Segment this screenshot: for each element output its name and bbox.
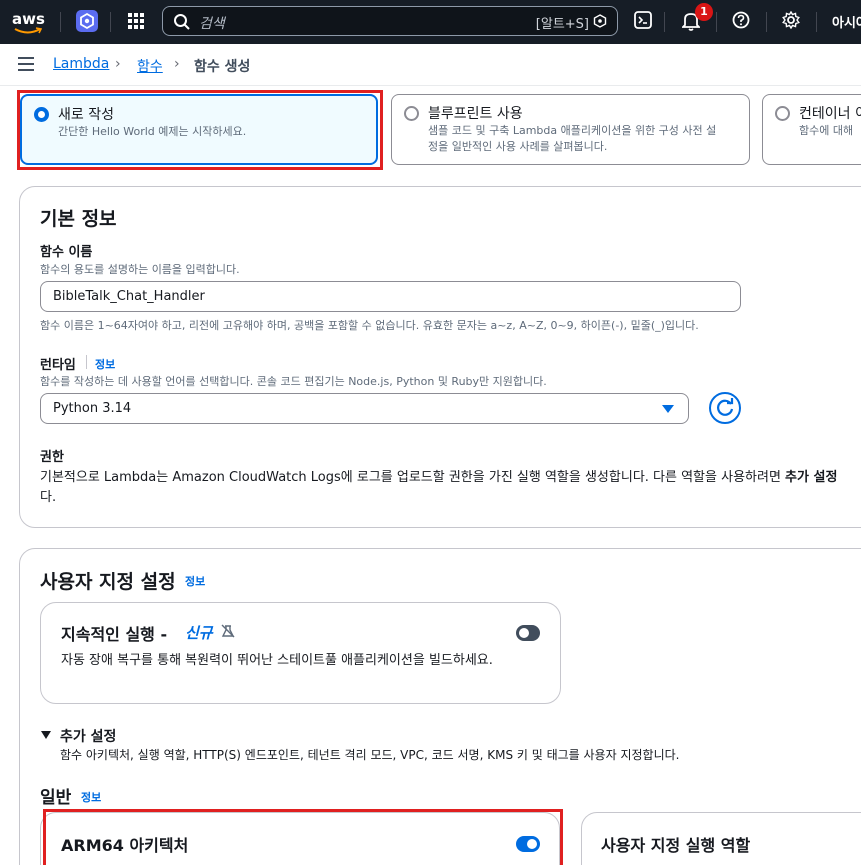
lambda-service-icon[interactable] (76, 10, 98, 32)
nav-divider (816, 12, 817, 32)
function-name-label: 함수 이름 (40, 245, 93, 260)
permission-text: 기본적으로 Lambda는 Amazon CloudWatch Logs에 로그… (40, 470, 786, 485)
search-placeholder: 검색 (199, 16, 225, 32)
search-input[interactable]: 검색 [알트+S] (162, 6, 618, 36)
custom-settings-info-link[interactable]: 정보 (185, 573, 205, 589)
radio-unselected[interactable] (775, 106, 790, 121)
option-desc-line: 샘플 코드 및 구축 Lambda 애플리케이션을 위한 구성 사전 설 (428, 124, 717, 137)
settings-gear-icon[interactable] (782, 11, 800, 29)
option-title: 컨테이너 이 (799, 106, 861, 122)
highlight-box (43, 809, 563, 865)
breadcrumb-current: 함수 생성 (194, 59, 251, 75)
permission-label: 권한 (40, 450, 64, 465)
option-desc-line: 함수에 대해 (799, 124, 854, 137)
menu-hamburger-icon[interactable] (18, 57, 34, 71)
custom-settings-heading: 사용자 지정 설정 (40, 571, 176, 593)
search-shortcut: [알트+S] (535, 17, 589, 32)
top-navigation-bar: aws 검색 [알트+S] 1 아시아 (0, 0, 861, 44)
runtime-select[interactable]: Python 3.14 (40, 393, 689, 424)
breadcrumb-bar: Lambda › 함수 › 함수 생성 (0, 44, 861, 86)
nav-divider (110, 12, 111, 32)
additional-settings-label: 추가 설정 (60, 729, 117, 745)
notification-count-badge: 1 (695, 3, 713, 21)
search-shortcut-icon (593, 14, 607, 28)
option-desc-line: 정을 일반적인 사용 사례를 살펴봅니다. (428, 140, 608, 153)
cloudshell-icon[interactable] (634, 11, 652, 29)
durable-execution-toggle[interactable] (516, 625, 540, 641)
label-divider (86, 355, 87, 369)
runtime-label: 런타임 (40, 358, 76, 373)
additional-settings-desc: 함수 아키텍처, 실행 역할, HTTP(S) 엔드포인트, 테넌트 격리 모드… (60, 748, 680, 762)
nav-divider (664, 12, 665, 32)
permission-description-line2: 다. (40, 488, 56, 508)
function-name-value: BibleTalk_Chat_Handler (53, 289, 205, 304)
permission-description: 기본적으로 Lambda는 Amazon CloudWatch Logs에 로그… (40, 468, 837, 488)
runtime-info-link[interactable]: 정보 (95, 356, 115, 372)
general-heading: 일반 (40, 788, 72, 808)
experimental-icon (221, 624, 235, 638)
breadcrumb-lambda[interactable]: Lambda (53, 56, 109, 72)
radio-unselected[interactable] (404, 106, 419, 121)
function-name-input[interactable]: BibleTalk_Chat_Handler (40, 281, 741, 312)
custom-exec-role-label: 사용자 지정 실행 역할 (601, 836, 751, 855)
option-desc: 샘플 코드 및 구축 Lambda 애플리케이션을 위한 구성 사전 설 정을 … (428, 123, 716, 155)
durable-execution-desc: 자동 장애 복구를 통해 복원력이 뛰어난 스테이트풀 애플리케이션을 빌드하세… (61, 653, 493, 668)
new-badge: 신규 (185, 624, 213, 642)
region-selector[interactable]: 아시아 (832, 12, 861, 31)
search-icon (174, 14, 190, 30)
dropdown-caret-icon (662, 405, 674, 413)
durable-execution-title: 지속적인 실행 - (61, 625, 168, 644)
runtime-hint: 함수를 작성하는 데 사용할 언어를 선택합니다. 콘솔 코드 편집기는 Nod… (40, 375, 547, 388)
aws-logo-text: aws (12, 10, 45, 28)
services-grid-icon[interactable] (126, 11, 146, 31)
runtime-value: Python 3.14 (53, 401, 132, 416)
breadcrumb-chevron-icon: › (174, 56, 180, 72)
toggle-knob (519, 628, 529, 638)
nav-divider (766, 12, 767, 32)
option-desc: 함수에 대해 (799, 123, 853, 139)
nav-divider (716, 12, 717, 32)
basic-info-heading: 기본 정보 (40, 208, 117, 230)
option-use-blueprint[interactable]: 블루프린트 사용 샘플 코드 및 구축 Lambda 애플리케이션을 위한 구성… (391, 94, 750, 165)
general-info-link[interactable]: 정보 (81, 789, 101, 805)
refresh-icon (717, 398, 734, 416)
option-container-image[interactable]: 컨테이너 이 함수에 대해 (762, 94, 861, 165)
option-title: 블루프린트 사용 (428, 106, 523, 122)
breadcrumb-functions[interactable]: 함수 (137, 56, 163, 76)
aws-logo[interactable]: aws (12, 8, 46, 36)
highlight-box (17, 90, 383, 170)
function-name-constraint: 함수 이름은 1~64자여야 하고, 리전에 고유해야 하며, 공백을 포함할 … (40, 319, 699, 332)
caret-down-icon (41, 731, 51, 739)
refresh-runtime-button[interactable] (709, 392, 741, 424)
nav-divider (60, 12, 61, 32)
breadcrumb-chevron-icon: › (115, 56, 121, 72)
help-icon[interactable] (732, 11, 750, 29)
permission-text: 다. (40, 490, 57, 505)
permission-text-bold: 추가 설정 (785, 470, 838, 485)
aws-smile-icon (14, 27, 42, 34)
function-name-hint: 함수의 용도를 설명하는 이름을 입력합니다. (40, 263, 240, 276)
